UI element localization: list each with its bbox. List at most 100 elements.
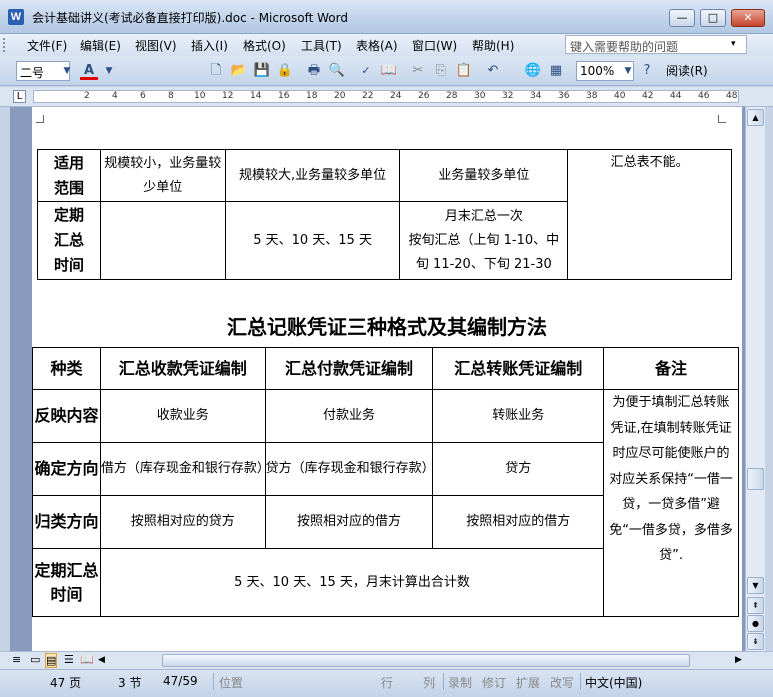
menu-insert[interactable]: 插入(I) bbox=[191, 37, 228, 54]
print-icon[interactable]: 🖶 bbox=[305, 62, 323, 80]
print-layout-view-icon[interactable]: ▤ bbox=[45, 653, 58, 668]
open-icon[interactable]: 📂 bbox=[230, 62, 248, 80]
table-row-header: 反映内容 bbox=[32, 389, 101, 443]
horizontal-scroll-thumb[interactable] bbox=[162, 654, 690, 667]
ruler-number: 18 bbox=[306, 91, 318, 101]
minimize-button[interactable]: — bbox=[669, 9, 695, 27]
table-note-cell: 汇总表不能。 bbox=[567, 149, 732, 280]
new-icon[interactable]: 🗋 bbox=[207, 62, 225, 80]
voucher-format-table: 种类 汇总收款凭证编制 汇总付款凭证编制 汇总转账凭证编制 备注 反映内容 收款… bbox=[32, 347, 739, 617]
status-position: 位置 bbox=[219, 676, 244, 690]
scroll-right-icon[interactable]: ▶ bbox=[735, 655, 742, 665]
menu-bar: 文件(F) 编辑(E) 视图(V) 插入(I) 格式(O) 工具(T) 表格(A… bbox=[0, 34, 773, 56]
help-dropdown-icon[interactable]: ▾ bbox=[731, 39, 736, 49]
menu-edit[interactable]: 编辑(E) bbox=[80, 37, 121, 54]
menu-file[interactable]: 文件(F) bbox=[27, 37, 67, 54]
table-cell: 5 天、10 天、15 天 bbox=[224, 201, 401, 280]
table-row-header: 归类方向 bbox=[32, 495, 101, 549]
research-icon[interactable]: 📖 bbox=[380, 62, 398, 80]
ruler-number: 28 bbox=[446, 91, 458, 101]
table-cell: 收款业务 bbox=[99, 389, 266, 443]
maximize-button[interactable]: □ bbox=[700, 9, 726, 27]
ruler-number: 26 bbox=[418, 91, 430, 101]
font-size-dropdown-icon[interactable]: ▼ bbox=[58, 62, 76, 80]
scope-table: 适用 范围 规模较小，业务量较少单位 规模较大,业务量较多单位 业务量较多单位 汇… bbox=[37, 149, 732, 280]
help-icon[interactable]: ? bbox=[638, 62, 656, 80]
title-bar: W 会计基础讲义(考试必备直接打印版).doc - Microsoft Word… bbox=[0, 0, 773, 34]
save-icon[interactable]: 💾 bbox=[253, 62, 271, 80]
print-preview-icon[interactable]: 🔍 bbox=[328, 62, 346, 80]
table-cell: 转账业务 bbox=[432, 389, 605, 443]
word-app-icon[interactable]: W bbox=[8, 9, 24, 25]
table-cell: 贷方 bbox=[432, 442, 605, 496]
status-bar: 47 页 3 节 47/59 位置 行 列 录制 修订 扩展 改写 中文(中国) bbox=[0, 669, 773, 697]
table-row-header: 适用 范围 bbox=[37, 149, 101, 202]
menu-format[interactable]: 格式(O) bbox=[243, 37, 286, 54]
table-note-cell: 为便于填制汇总转账凭证,在填制转账凭证时应尽可能使账户的对应关系保持“一借一贷，… bbox=[603, 389, 739, 617]
status-language: 中文(中国) bbox=[585, 676, 643, 690]
column-header: 汇总收款凭证编制 bbox=[99, 347, 266, 390]
undo-icon[interactable]: ↶ bbox=[484, 62, 502, 80]
reading-mode-button[interactable]: 阅读(R) bbox=[666, 62, 708, 79]
ruler-scale[interactable]: 2 4 6 8 10 12 14 16 18 20 22 24 26 28 30… bbox=[33, 90, 739, 103]
zoom-dropdown-icon[interactable]: ▼ bbox=[619, 62, 637, 80]
menu-tools[interactable]: 工具(T) bbox=[301, 37, 342, 54]
ruler-number: 36 bbox=[558, 91, 570, 101]
permission-icon[interactable]: 🔒 bbox=[276, 62, 294, 80]
menu-help[interactable]: 帮助(H) bbox=[472, 37, 514, 54]
scroll-up-icon[interactable]: ▲ bbox=[747, 109, 764, 126]
tab-selector-icon[interactable]: L bbox=[13, 90, 26, 103]
column-header: 汇总付款凭证编制 bbox=[264, 347, 434, 390]
ruler-number: 10 bbox=[194, 91, 206, 101]
status-extend-mode[interactable]: 扩展 bbox=[516, 674, 540, 691]
table-cell: 借方（库存现金和银行存款） bbox=[99, 442, 270, 496]
vertical-scrollbar[interactable]: ▲ ▼ ⇞ ● ⇟ bbox=[745, 107, 765, 651]
menu-view[interactable]: 视图(V) bbox=[135, 37, 177, 54]
ruler-number: 46 bbox=[698, 91, 710, 101]
font-color-button[interactable]: A bbox=[80, 62, 98, 80]
browse-object-icon[interactable]: ● bbox=[747, 615, 764, 632]
paste-icon[interactable]: 📋 bbox=[455, 62, 473, 80]
hyperlink-icon[interactable]: 🌐 bbox=[524, 62, 542, 80]
ruler-number: 32 bbox=[502, 91, 514, 101]
scroll-thumb[interactable] bbox=[747, 468, 764, 490]
menu-window[interactable]: 窗口(W) bbox=[412, 37, 457, 54]
copy-icon[interactable]: ⎘ bbox=[432, 62, 450, 80]
next-page-icon[interactable]: ⇟ bbox=[747, 633, 764, 650]
margin-corner-mark bbox=[718, 115, 726, 123]
margin-corner-mark bbox=[36, 115, 44, 123]
reading-view-icon[interactable]: 📖 bbox=[80, 653, 94, 666]
scroll-left-icon[interactable]: ◀ bbox=[98, 655, 105, 665]
close-button[interactable]: ✕ bbox=[731, 9, 765, 27]
outline-view-icon[interactable]: ☰ bbox=[64, 653, 74, 666]
web-view-icon[interactable]: ▭ bbox=[30, 653, 40, 666]
horizontal-ruler[interactable]: L 2 4 6 8 10 12 14 16 18 20 22 24 26 28 … bbox=[0, 87, 773, 107]
table-row-header: 定期汇总时间 bbox=[32, 548, 101, 617]
table-icon[interactable]: ▦ bbox=[547, 62, 565, 80]
status-record-mode[interactable]: 录制 bbox=[448, 674, 472, 691]
window-title: 会计基础讲义(考试必备直接打印版).doc - Microsoft Word bbox=[32, 11, 348, 25]
status-track-changes[interactable]: 修订 bbox=[482, 674, 506, 691]
column-header: 备注 bbox=[603, 347, 739, 390]
document-area[interactable]: 适用 范围 规模较小，业务量较少单位 规模较大,业务量较多单位 业务量较多单位 汇… bbox=[10, 107, 745, 651]
scroll-down-icon[interactable]: ▼ bbox=[747, 577, 764, 594]
document-page[interactable]: 适用 范围 规模较小，业务量较少单位 规模较大,业务量较多单位 业务量较多单位 汇… bbox=[32, 107, 742, 651]
menu-grip-handle[interactable] bbox=[3, 38, 7, 52]
cut-icon[interactable]: ✂ bbox=[409, 62, 427, 80]
ruler-number: 16 bbox=[278, 91, 290, 101]
font-color-dropdown-icon[interactable]: ▼ bbox=[100, 62, 118, 80]
table-cell: 规模较小，业务量较少单位 bbox=[99, 149, 226, 202]
formatting-toolbar: 二号 ▼ A ▼ 🗋 📂 💾 🔒 🖶 🔍 ✓ 📖 ✂ ⎘ 📋 ↶ 🌐 ▦ 100… bbox=[0, 56, 773, 86]
horizontal-scrollbar[interactable]: ≡ ▭ ▤ ☰ 📖 ◀ ▶ bbox=[0, 651, 773, 669]
help-search-input[interactable]: 键入需要帮助的问题 bbox=[565, 35, 747, 54]
table-cell: 付款业务 bbox=[264, 389, 434, 443]
spelling-icon[interactable]: ✓ bbox=[357, 62, 375, 80]
ruler-number: 38 bbox=[586, 91, 598, 101]
ruler-number: 48 bbox=[726, 91, 738, 101]
ruler-number: 4 bbox=[112, 91, 118, 101]
table-row-header: 确定方向 bbox=[32, 442, 101, 496]
normal-view-icon[interactable]: ≡ bbox=[12, 653, 21, 666]
previous-page-icon[interactable]: ⇞ bbox=[747, 597, 764, 614]
status-overtype-mode[interactable]: 改写 bbox=[550, 674, 574, 691]
menu-table[interactable]: 表格(A) bbox=[356, 37, 398, 54]
